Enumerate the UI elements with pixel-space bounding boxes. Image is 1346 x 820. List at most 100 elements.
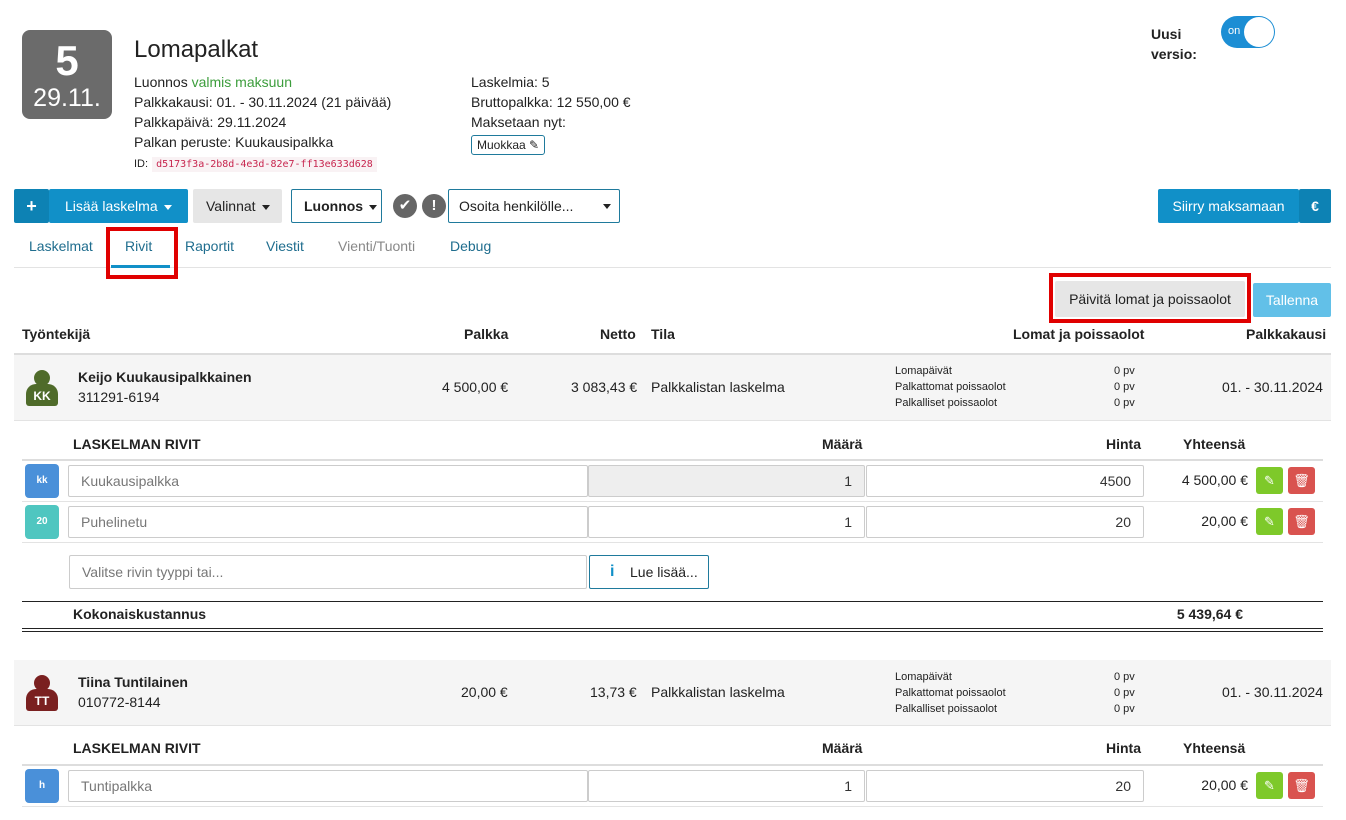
tab-vienti-tuonti[interactable]: Vienti/Tuonti (338, 238, 415, 254)
row-divider (22, 806, 1323, 807)
row-qty-input[interactable]: 1 (588, 770, 865, 802)
row-type-badge: kk (25, 464, 59, 498)
row-divider (22, 501, 1323, 502)
pay-day: Palkkapäivä: 29.11.2024 (134, 114, 287, 130)
new-version-toggle[interactable]: on (1221, 16, 1275, 48)
total-cost-label: Kokonaiskustannus (73, 606, 207, 622)
assign-label: Osoita henkilölle... (459, 198, 574, 214)
caret-down-icon (603, 204, 611, 209)
absence-value: 0 pv (1114, 703, 1135, 715)
caret-down-icon (261, 204, 270, 210)
absence-label: Palkattomat poissaolot (895, 687, 1006, 699)
id-label: ID: (134, 158, 149, 170)
avatar-initials: KK (26, 384, 58, 406)
header-period: Palkkakausi (1246, 326, 1327, 342)
employee-period: 01. - 30.11.2024 (1222, 684, 1323, 700)
employee-row[interactable]: TT Tiina Tuntilainen 010772-8144 20,00 €… (14, 660, 1331, 726)
rows-divider (22, 764, 1323, 766)
row-type-input[interactable]: Valitse rivin tyyppi tai... (69, 555, 587, 589)
new-version-label-1: Uusi (1151, 26, 1182, 42)
employee-ssn: 311291-6194 (78, 389, 160, 405)
absence-label: Lomapäivät (895, 671, 952, 683)
check-icon[interactable]: ✔ (393, 194, 417, 218)
header-salary: Palkka (464, 326, 509, 342)
employee-state: Palkkalistan laskelma (651, 379, 785, 395)
go-to-payment-button[interactable]: Siirry maksamaan (1158, 189, 1299, 223)
rows-total-header: Yhteensä (1183, 436, 1246, 452)
row-qty-input[interactable]: 1 (588, 506, 865, 538)
absence-label: Palkalliset poissaolot (895, 397, 998, 409)
row-total: 20,00 € (1201, 513, 1248, 529)
gross-salary: Bruttopalkka: 12 550,00 € (471, 94, 631, 110)
info-icon: i (610, 563, 615, 580)
trash-icon[interactable]: 🗑 (1288, 467, 1315, 494)
employee-net: 3 083,43 € (571, 379, 638, 395)
rows-price-header: Hinta (1106, 740, 1141, 756)
header-absences: Lomat ja poissaolot (1013, 326, 1145, 342)
add-plus-icon[interactable]: + (14, 189, 49, 223)
tab-laskelmat[interactable]: Laskelmat (29, 238, 93, 254)
tab-debug[interactable]: Debug (450, 238, 491, 254)
row-price-input[interactable]: 20 (866, 506, 1144, 538)
employee-period: 01. - 30.11.2024 (1222, 379, 1323, 395)
absence-label: Lomapäivät (895, 365, 952, 377)
avatar: KK (26, 370, 58, 406)
add-calculation-button[interactable]: Lisää laskelma (49, 189, 188, 223)
toggle-knob (1244, 17, 1274, 47)
rows-qty-header: Määrä (822, 740, 863, 756)
highlight-box-update (1049, 273, 1251, 323)
employee-salary: 4 500,00 € (442, 379, 509, 395)
tab-raportit[interactable]: Raportit (185, 238, 234, 254)
row-price-input[interactable]: 20 (866, 770, 1144, 802)
rows-qty-header: Määrä (822, 436, 863, 452)
tab-bar: Laskelmat Rivit Raportit Viestit Vienti/… (14, 230, 1331, 268)
rows-title: LASKELMAN RIVIT (73, 740, 201, 756)
absence-value: 0 pv (1114, 687, 1135, 699)
pay-now-label: Maksetaan nyt: (471, 114, 566, 130)
trash-icon[interactable]: 🗑 (1288, 772, 1315, 799)
employee-row[interactable]: KK Keijo Kuukausipalkkainen 311291-6194 … (14, 355, 1331, 421)
tab-viestit[interactable]: Viestit (266, 238, 304, 254)
caret-down-icon (163, 204, 172, 210)
absence-value: 0 pv (1114, 365, 1135, 377)
row-name-input[interactable]: Kuukausipalkka (68, 465, 588, 497)
edit-button[interactable]: Muokkaa ✎ (471, 135, 546, 155)
row-total: 4 500,00 € (1181, 472, 1248, 488)
warning-icon[interactable]: ! (422, 194, 446, 218)
options-dropdown[interactable]: Valinnat (193, 189, 282, 223)
row-name-input[interactable]: Puhelinetu (68, 506, 588, 538)
row-qty-input[interactable]: 1 (588, 465, 865, 497)
draft-dropdown[interactable]: Luonnos (291, 189, 382, 223)
pencil-icon[interactable]: ✎ (1256, 772, 1283, 799)
pay-basis: Palkan peruste: Kuukausipalkka (134, 134, 334, 150)
row-type-badge: h (25, 769, 59, 803)
toggle-state: on (1228, 25, 1241, 37)
status-prefix: Luonnos (134, 74, 188, 90)
employee-name: Tiina Tuntilainen (78, 674, 188, 690)
euro-icon[interactable]: € (1299, 189, 1331, 223)
pencil-icon[interactable]: ✎ (1256, 467, 1283, 494)
pencil-icon[interactable]: ✎ (1256, 508, 1283, 535)
row-total: 20,00 € (1201, 777, 1248, 793)
row-divider (22, 542, 1323, 543)
pay-period: Palkkakausi: 01. - 30.11.2024 (21 päivää… (134, 94, 392, 110)
read-more-button[interactable]: i Lue lisää... (589, 555, 709, 589)
id-line: ID: d5173f3a-2b8d-4e3d-82e7-ff13e633d628 (134, 154, 391, 175)
save-button[interactable]: Tallenna (1253, 283, 1331, 317)
row-type-badge: 20 (25, 505, 59, 539)
row-name-input[interactable]: Tuntipalkka (68, 770, 588, 802)
cost-divider (22, 631, 1323, 632)
date-daymonth: 29.11. (33, 84, 101, 112)
row-price-input[interactable]: 4500 (866, 465, 1144, 497)
edit-label: Muokkaa (477, 138, 526, 152)
assign-select[interactable]: Osoita henkilölle... (448, 189, 620, 223)
header-net: Netto (600, 326, 636, 342)
date-badge: 5 29.11. (22, 30, 112, 119)
total-cost-value: 5 439,64 € (1176, 606, 1243, 622)
rows-price-header: Hinta (1106, 436, 1141, 452)
absence-label: Palkalliset poissaolot (895, 703, 998, 715)
payroll-info: Luonnos valmis maksuun Palkkakausi: 01. … (134, 72, 391, 175)
draft-label: Luonnos (304, 198, 364, 214)
trash-icon[interactable]: 🗑 (1288, 508, 1315, 535)
rows-total-header: Yhteensä (1183, 740, 1246, 756)
